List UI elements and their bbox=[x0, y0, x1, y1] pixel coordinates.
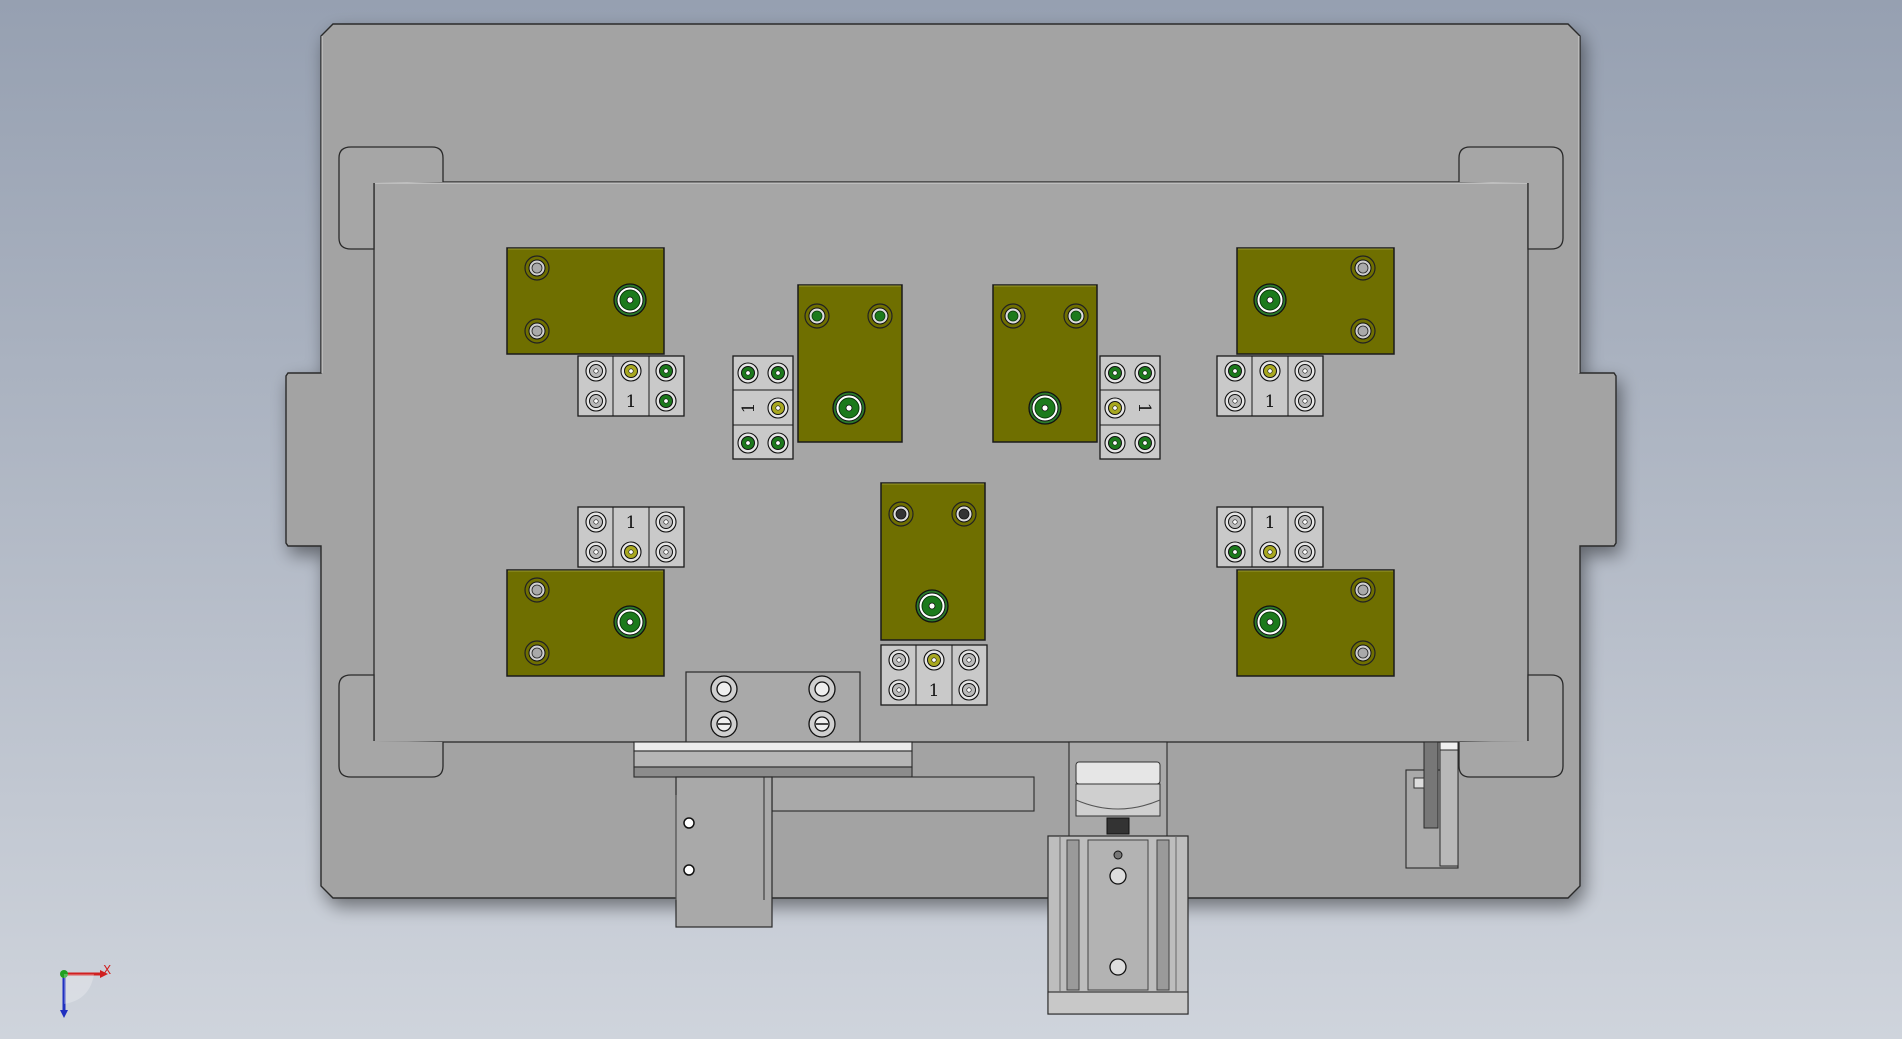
screw-head-icon bbox=[1350, 255, 1376, 281]
screw-head-icon bbox=[1294, 390, 1316, 412]
locator-number-label: 1 bbox=[1265, 392, 1276, 412]
screw-head-icon bbox=[613, 283, 647, 317]
screw-head-icon bbox=[958, 649, 980, 671]
screw-head-icon bbox=[1294, 511, 1316, 533]
locator-number-label: 1 bbox=[626, 513, 637, 533]
cad-viewport[interactable]: 1 1 1 1 1 1 1 X bbox=[0, 0, 1902, 1039]
screw-head-icon bbox=[1000, 303, 1026, 329]
screw-head-icon bbox=[1134, 362, 1156, 384]
clamp-inner-left-plate[interactable] bbox=[797, 284, 903, 443]
screw-head-icon bbox=[888, 649, 910, 671]
screw-head-icon bbox=[767, 397, 789, 419]
screw-head-icon bbox=[620, 360, 642, 382]
screw-head-icon bbox=[1253, 283, 1287, 317]
screw-head-icon bbox=[585, 360, 607, 382]
clamp-bottom-left-locator[interactable]: 1 bbox=[577, 506, 685, 568]
screw-head-icon bbox=[655, 360, 677, 382]
locator-number-label: 1 bbox=[1265, 513, 1276, 533]
screw-head-icon bbox=[1224, 541, 1246, 563]
clamp-top-left-locator[interactable]: 1 bbox=[577, 355, 685, 417]
screw-head-icon bbox=[585, 511, 607, 533]
screw-head-icon bbox=[1224, 390, 1246, 412]
screw-head-icon bbox=[1253, 605, 1287, 639]
screw-head-icon bbox=[1259, 541, 1281, 563]
screw-head-icon bbox=[613, 605, 647, 639]
screw-head-icon bbox=[1104, 432, 1126, 454]
screw-head-icon bbox=[832, 391, 866, 425]
screw-head-icon bbox=[524, 577, 550, 603]
locator-number-label: 1 bbox=[929, 681, 940, 701]
screw-head-icon bbox=[888, 679, 910, 701]
screw-head-icon bbox=[1350, 640, 1376, 666]
screw-head-icon bbox=[620, 541, 642, 563]
screw-head-icon bbox=[524, 318, 550, 344]
clamp-center-bottom-plate[interactable] bbox=[880, 482, 986, 641]
clamp-bottom-left-plate[interactable] bbox=[506, 569, 665, 677]
screw-head-icon bbox=[867, 303, 893, 329]
clamp-inner-right-locator[interactable]: 1 bbox=[1099, 355, 1161, 460]
clamp-top-left-plate[interactable] bbox=[506, 247, 665, 355]
screw-head-icon bbox=[1294, 541, 1316, 563]
screw-head-icon bbox=[585, 390, 607, 412]
screw-head-icon bbox=[767, 362, 789, 384]
screw-head-icon bbox=[1063, 303, 1089, 329]
clamp-bottom-right-locator[interactable]: 1 bbox=[1216, 506, 1324, 568]
screw-head-icon bbox=[1259, 360, 1281, 382]
screw-head-icon bbox=[1104, 397, 1126, 419]
screw-head-icon bbox=[655, 541, 677, 563]
coordinate-triad-icon: X bbox=[60, 963, 111, 1018]
screw-head-icon bbox=[1104, 362, 1126, 384]
screw-head-icon bbox=[888, 501, 914, 527]
screw-head-icon bbox=[951, 501, 977, 527]
locator-number-label: 1 bbox=[739, 403, 759, 414]
pneumatic-cylinder[interactable] bbox=[1047, 741, 1189, 1015]
screw-head-icon bbox=[1224, 511, 1246, 533]
locator-number-label: 1 bbox=[1134, 403, 1154, 414]
screw-head-icon bbox=[1224, 360, 1246, 382]
screw-head-icon bbox=[767, 432, 789, 454]
screw-head-icon bbox=[655, 390, 677, 412]
screw-head-icon bbox=[804, 303, 830, 329]
locator-number-label: 1 bbox=[626, 392, 637, 412]
screw-head-icon bbox=[737, 432, 759, 454]
clamp-top-right-plate[interactable] bbox=[1236, 247, 1395, 355]
screw-head-icon bbox=[923, 649, 945, 671]
screw-head-icon bbox=[1134, 432, 1156, 454]
screw-head-icon bbox=[1350, 318, 1376, 344]
screw-head-icon bbox=[655, 511, 677, 533]
clamp-bottom-right-plate[interactable] bbox=[1236, 569, 1395, 677]
screw-head-icon bbox=[737, 362, 759, 384]
screw-head-icon bbox=[915, 589, 949, 623]
clamp-top-right-locator[interactable]: 1 bbox=[1216, 355, 1324, 417]
fixture-drawing[interactable]: 1 1 1 1 1 1 1 X bbox=[0, 0, 1902, 1039]
screw-head-icon bbox=[585, 541, 607, 563]
screw-head-icon bbox=[524, 255, 550, 281]
triad-x-label: X bbox=[103, 963, 111, 977]
clamp-center-bottom-locator[interactable]: 1 bbox=[880, 644, 988, 706]
screw-head-icon bbox=[958, 679, 980, 701]
screw-head-icon bbox=[1294, 360, 1316, 382]
screw-head-icon bbox=[524, 640, 550, 666]
clamp-inner-left-locator[interactable]: 1 bbox=[732, 355, 794, 460]
clamp-inner-right-plate[interactable] bbox=[992, 284, 1098, 443]
screw-head-icon bbox=[1350, 577, 1376, 603]
screw-head-icon bbox=[1028, 391, 1062, 425]
